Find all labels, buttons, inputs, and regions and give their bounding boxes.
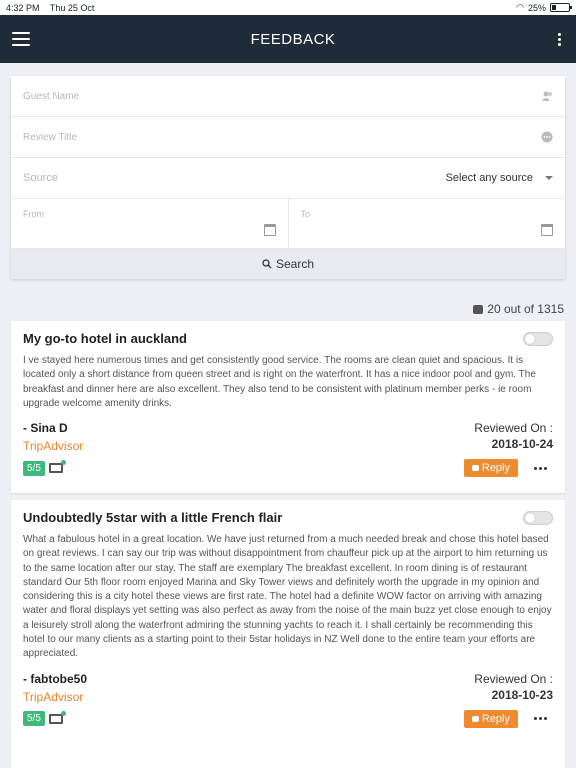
review-count-text: 20 out of 1315 xyxy=(487,302,564,316)
review-title-field[interactable]: Review Title xyxy=(11,117,565,158)
search-icon xyxy=(262,259,272,269)
app-bar: FEEDBACK xyxy=(0,15,576,63)
more-options-icon[interactable] xyxy=(556,32,564,46)
more-icon[interactable] xyxy=(528,717,553,721)
reply-icon xyxy=(471,465,479,472)
chat-icon xyxy=(473,304,484,314)
monitor-icon xyxy=(48,710,66,724)
review-card: Undoubtedly 5star with a little French f… xyxy=(11,500,565,768)
reviewed-on-label: Reviewed On : xyxy=(474,421,553,436)
to-date-field[interactable]: To xyxy=(287,199,566,248)
source-value: Select any source xyxy=(445,172,533,184)
status-time: 4:32 PM xyxy=(6,2,40,13)
review-author: - Sina D xyxy=(23,421,68,436)
guest-name-field[interactable]: Guest Name xyxy=(11,76,565,117)
status-date: Thu 25 Oct xyxy=(49,2,95,13)
filter-form: Guest Name Review Title Source Select an… xyxy=(11,76,565,279)
review-body: What a fabulous hotel in a great locatio… xyxy=(23,534,552,660)
review-toggle[interactable] xyxy=(523,510,553,525)
review-source[interactable]: TripAdvisor xyxy=(23,690,87,704)
monitor-icon xyxy=(48,460,66,474)
review-count: 20 out of 1315 xyxy=(473,302,564,316)
review-body: I ve stayed here numerous times and get … xyxy=(23,355,536,409)
from-date-field[interactable]: From xyxy=(11,199,288,248)
review-title-placeholder: Review Title xyxy=(23,131,77,143)
battery-percent: 25% xyxy=(527,2,546,13)
calendar-icon[interactable] xyxy=(263,224,276,236)
more-icon[interactable] xyxy=(528,466,553,470)
menu-icon[interactable] xyxy=(12,32,30,46)
calendar-icon[interactable] xyxy=(541,224,553,236)
reply-button[interactable]: Reply xyxy=(463,709,518,728)
reply-label: Reply xyxy=(481,462,510,475)
review-card: My go-to hotel in auckland I ve stayed h… xyxy=(11,321,565,493)
source-select[interactable]: Source Select any source xyxy=(11,158,565,199)
page-title: FEEDBACK xyxy=(250,30,336,48)
from-label: From xyxy=(23,209,44,219)
review-author: - fabtobe50 xyxy=(23,671,88,686)
reviewed-on-label: Reviewed On : xyxy=(474,671,553,686)
battery-icon xyxy=(550,3,572,12)
chevron-down-icon xyxy=(545,176,553,180)
reply-label: Reply xyxy=(481,712,510,725)
guest-icon xyxy=(542,91,552,101)
review-toggle[interactable] xyxy=(523,331,553,346)
review-date: 2018-10-23 xyxy=(491,687,553,702)
wifi-icon: ◠ xyxy=(516,2,524,12)
review-date: 2018-10-24 xyxy=(491,437,553,452)
search-button[interactable]: Search xyxy=(11,249,565,279)
source-label: Source xyxy=(23,172,58,184)
review-source[interactable]: TripAdvisor xyxy=(23,439,83,453)
reply-icon xyxy=(471,715,479,722)
review-title: Undoubtedly 5star with a little French f… xyxy=(23,510,283,525)
comment-icon xyxy=(541,131,553,143)
score-badge: 5/5 xyxy=(23,460,45,476)
to-label: To xyxy=(300,209,311,219)
guest-name-placeholder: Guest Name xyxy=(23,90,80,102)
review-title: My go-to hotel in auckland xyxy=(23,331,187,346)
reply-button[interactable]: Reply xyxy=(463,459,518,478)
status-bar: 4:32 PM Thu 25 Oct ◠ 25% xyxy=(0,0,576,15)
score-badge: 5/5 xyxy=(23,711,45,727)
search-label: Search xyxy=(275,257,315,271)
